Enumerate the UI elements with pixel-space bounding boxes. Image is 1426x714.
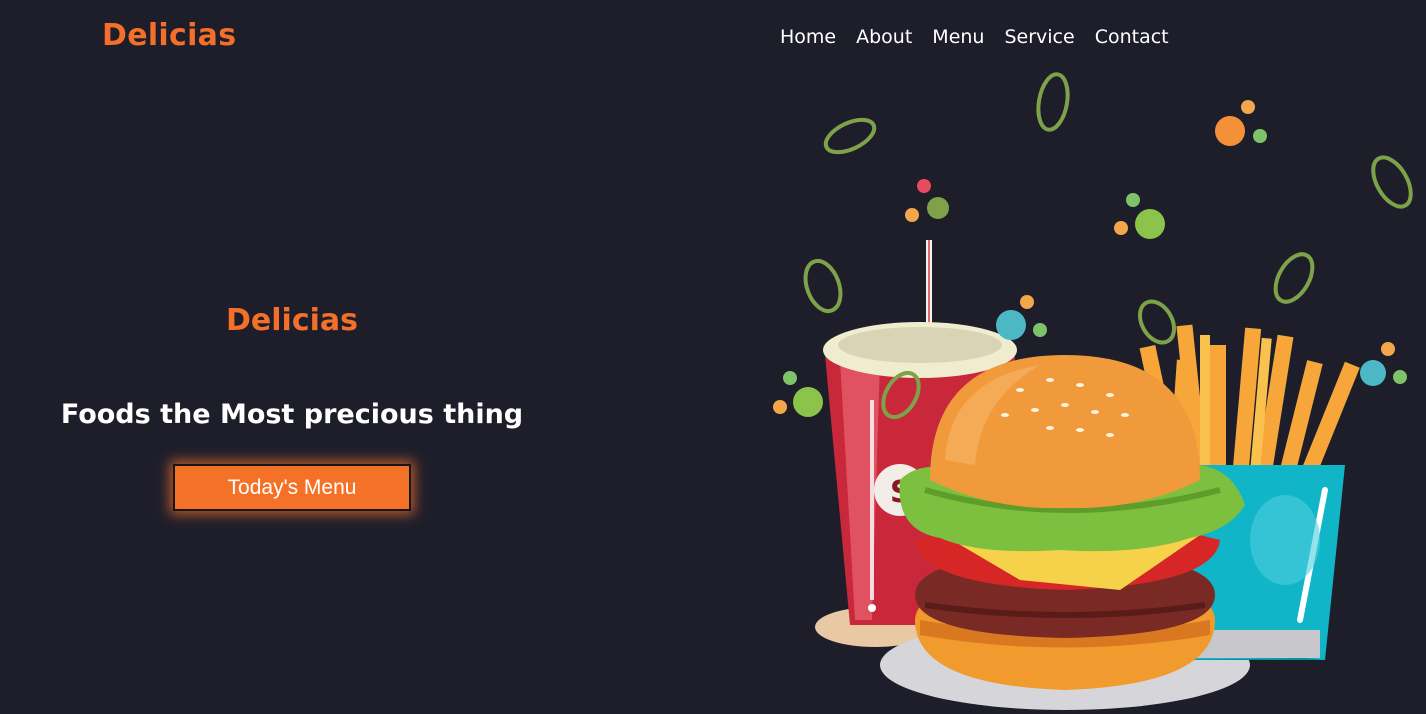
nav-contact-link[interactable]: Contact <box>1095 26 1169 48</box>
landing-page: Delicias Home About Menu Service Contact… <box>0 0 1426 714</box>
hero-tagline: Foods the Most precious thing <box>60 399 524 430</box>
food-illustration: S <box>773 72 1413 710</box>
nav-menu-link[interactable]: Menu <box>932 26 984 48</box>
nav-service-link[interactable]: Service <box>1004 26 1074 48</box>
nav-about-link[interactable]: About <box>856 26 912 48</box>
nav-home-link[interactable]: Home <box>780 26 836 48</box>
site-logo[interactable]: Delicias <box>102 18 236 53</box>
main-nav: Home About Menu Service Contact <box>780 26 1169 48</box>
todays-menu-button[interactable]: Today's Menu <box>173 464 411 511</box>
hero-title: Delicias <box>226 303 358 338</box>
